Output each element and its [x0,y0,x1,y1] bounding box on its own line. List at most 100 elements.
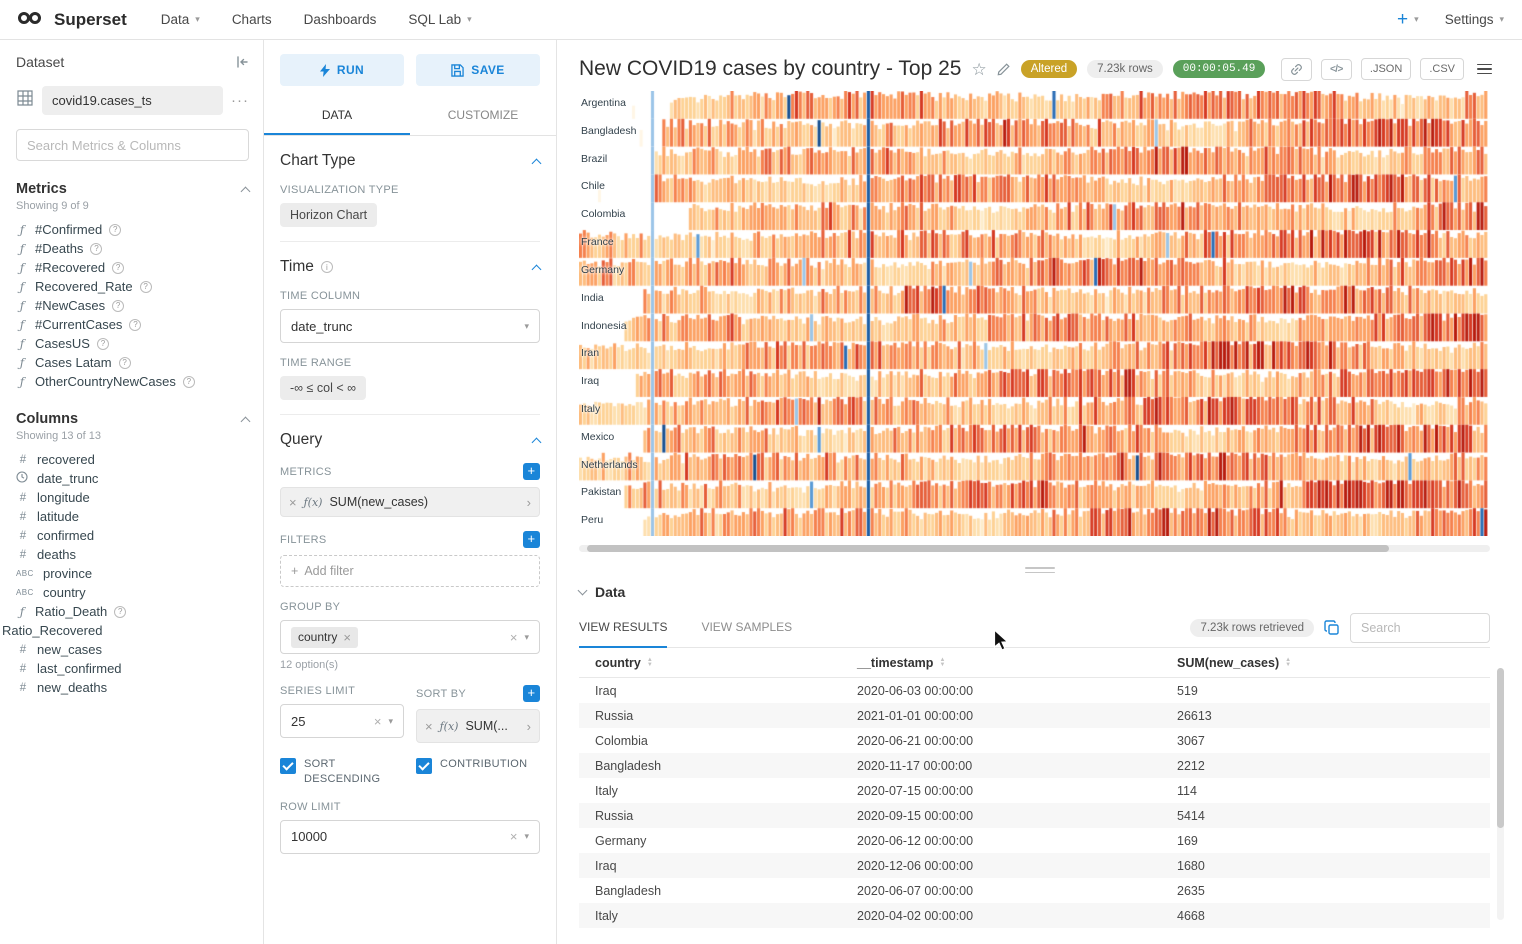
add-metric-button[interactable]: + [523,463,540,480]
nav-item-sql-lab[interactable]: SQL Lab▾ [408,12,471,27]
tab-view-samples[interactable]: VIEW SAMPLES [701,608,792,648]
save-button[interactable]: SAVE [416,54,540,86]
altered-badge[interactable]: Altered [1021,60,1077,78]
query-timer-badge: 00:00:05.49 [1173,60,1266,78]
scrollbar-thumb[interactable] [587,545,1389,552]
add-filter-button[interactable]: + [523,531,540,548]
metric-item[interactable]: ƒRecovered_Rate? [16,277,249,296]
group-by-chip[interactable]: country × [291,627,358,648]
chevron-right-icon[interactable]: › [527,495,531,510]
horizon-chart[interactable]: ArgentinaBangladeshBrazilChileColombiaFr… [579,91,1490,536]
copy-data-icon[interactable] [1324,620,1340,636]
edit-title-icon[interactable] [997,62,1011,76]
tab-data[interactable]: DATA [264,98,410,135]
column-item[interactable]: #last_confirmed [16,659,249,678]
column-item[interactable]: Ratio_Recovered [2,621,249,640]
table-cell: 2020-11-17 00:00:00 [841,759,1161,773]
new-item-menu[interactable]: +▾ [1397,10,1419,29]
add-filter-dropzone[interactable]: + Add filter [280,555,540,587]
query-section-header[interactable]: Query [280,431,540,449]
copy-link-button[interactable] [1281,58,1312,81]
column-item[interactable]: #latitude [16,507,249,526]
time-range-chip[interactable]: -∞ ≤ col < ∞ [280,376,366,400]
column-item[interactable]: #new_cases [16,640,249,659]
nav-item-dashboards[interactable]: Dashboards [304,12,377,27]
row-limit-select[interactable]: 10000 × ▾ [280,820,540,854]
remove-metric-icon[interactable]: × [289,495,297,510]
results-vertical-scrollbar[interactable] [1497,668,1504,920]
metric-item[interactable]: ƒ#CurrentCases? [16,315,249,334]
tab-customize[interactable]: CUSTOMIZE [410,98,556,135]
viz-type-chip[interactable]: Horizon Chart [280,203,377,227]
plus-icon: + [1397,10,1408,29]
contribution-checkbox[interactable]: CONTRIBUTION [416,757,540,787]
metric-chip[interactable]: × ƒ(x) SUM(new_cases) › [280,487,540,517]
row-count-badge: 7.23k rows [1087,60,1163,78]
column-item[interactable]: #longitude [16,488,249,507]
clear-select-icon[interactable]: × [510,829,518,844]
export-json-button[interactable]: .JSON [1361,58,1411,80]
clear-select-icon[interactable]: × [510,630,518,645]
table-cell: 2635 [1161,884,1490,898]
embed-code-button[interactable]: </> [1321,59,1352,80]
metric-item[interactable]: ƒOtherCountryNewCases? [16,372,249,391]
column-item[interactable]: #deaths [16,545,249,564]
scrollbar-thumb[interactable] [1497,668,1504,828]
sort-by-chip[interactable]: × ƒ(x) SUM(... › [416,709,540,743]
panel-resize-handle[interactable] [1025,564,1055,576]
column-item[interactable]: #new_deaths [16,678,249,697]
metric-item[interactable]: ƒ#Confirmed? [16,220,249,239]
time-section-header[interactable]: Time i [280,258,540,276]
column-item[interactable]: #recovered [16,450,249,469]
column-header-country[interactable]: country▲▼ [579,656,841,670]
metric-item[interactable]: ƒ#Recovered? [16,258,249,277]
chart-type-section-header[interactable]: Chart Type [280,152,540,170]
horizon-row-label: Indonesia [581,320,627,332]
column-header-sum-new-cases[interactable]: SUM(new_cases)▲▼ [1161,656,1490,670]
metrics-columns-search-input[interactable] [16,129,249,161]
sort-descending-checkbox[interactable]: SORT DESCENDING [280,757,404,787]
chart-control-panel: RUN SAVE DATA CUSTOMIZE Chart Type VISUA… [264,40,557,944]
metric-item[interactable]: ƒ#NewCases? [16,296,249,315]
results-panel-header[interactable]: Data [579,580,1490,608]
collapse-metrics-icon[interactable] [241,186,251,196]
export-csv-button[interactable]: .CSV [1420,58,1464,80]
add-sort-by-button[interactable]: + [523,685,540,702]
time-column-select[interactable]: date_trunc ▾ [280,309,540,343]
metric-item[interactable]: ƒCases Latam? [16,353,249,372]
table-grid-icon [16,89,34,112]
remove-chip-icon[interactable]: × [343,630,351,645]
group-by-select[interactable]: country × × ▾ [280,620,540,654]
superset-logo[interactable]: Superset [18,10,127,30]
remove-metric-icon[interactable]: × [425,719,433,734]
bolt-icon [320,64,330,77]
favorite-star-icon[interactable]: ☆ [971,61,986,78]
column-item[interactable]: ƒRatio_Death? [16,602,249,621]
nav-item-charts[interactable]: Charts [232,12,272,27]
column-item[interactable]: #confirmed [16,526,249,545]
chevron-right-icon[interactable]: › [527,719,531,734]
run-button[interactable]: RUN [280,54,404,86]
dataset-options-icon[interactable]: ··· [231,92,249,109]
metric-item[interactable]: ƒ#Deaths? [16,239,249,258]
collapse-panel-icon[interactable] [235,55,249,69]
sort-icon[interactable]: ▲▼ [1285,658,1291,667]
column-item[interactable]: ABCcountry [16,583,249,602]
chart-menu-icon[interactable] [1477,64,1492,75]
column-header-timestamp[interactable]: __timestamp▲▼ [841,656,1161,670]
dataset-name[interactable]: covid19.cases_ts [42,86,223,115]
clock-icon [16,470,30,488]
series-limit-select[interactable]: 25 × ▾ [280,704,404,738]
results-search-input[interactable] [1350,613,1490,643]
settings-menu[interactable]: Settings▾ [1445,12,1504,27]
clear-select-icon[interactable]: × [374,714,382,729]
column-item[interactable]: ABCprovince [16,564,249,583]
tab-view-results[interactable]: VIEW RESULTS [579,608,667,648]
chart-horizontal-scrollbar[interactable] [579,545,1490,552]
sort-icon[interactable]: ▲▼ [939,658,945,667]
sort-icon[interactable]: ▲▼ [647,658,653,667]
nav-item-data[interactable]: Data▾ [161,12,200,27]
collapse-columns-icon[interactable] [241,416,251,426]
metric-item[interactable]: ƒCasesUS? [16,334,249,353]
column-item[interactable]: date_trunc [16,469,249,488]
